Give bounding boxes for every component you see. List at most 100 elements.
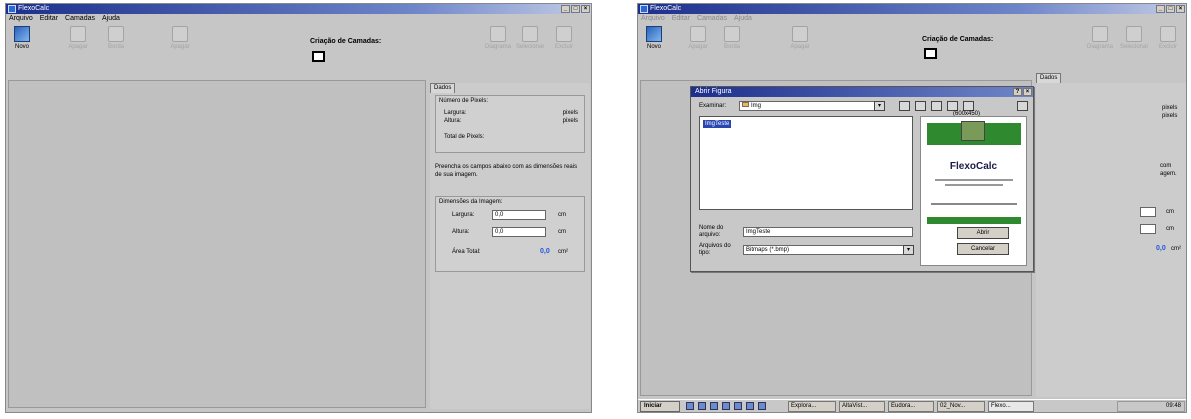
close-button[interactable]: × (1176, 5, 1185, 13)
width-field[interactable] (1140, 207, 1156, 217)
layer-shape-button[interactable] (924, 48, 937, 59)
layer-shape-button[interactable] (312, 51, 325, 62)
height-field[interactable]: 0,0 (492, 227, 546, 237)
list-view-icon[interactable] (947, 101, 958, 111)
menu-ajuda[interactable]: Ajuda (734, 14, 752, 24)
task-altavista[interactable]: AltaVist... (839, 401, 885, 412)
maximize-button[interactable]: □ (571, 5, 580, 13)
width-unit: cm (558, 212, 566, 218)
delete-icon (1160, 26, 1176, 42)
file-list[interactable]: ImgTeste (699, 116, 913, 210)
close-button[interactable]: × (581, 5, 590, 13)
preview-text-line (945, 184, 1003, 186)
border-button[interactable]: Borda (102, 26, 130, 50)
preview-text-line (931, 203, 1017, 205)
menu-camadas[interactable]: Camadas (697, 14, 727, 24)
tab-dados[interactable]: Dados (430, 83, 456, 93)
system-tray: 09:48 (1117, 401, 1185, 412)
task-doc[interactable]: 02_Nov... (937, 401, 985, 412)
menu-ajuda[interactable]: Ajuda (102, 14, 120, 24)
task-eudora[interactable]: Eudora... (888, 401, 934, 412)
new-file-icon (646, 26, 662, 42)
title-bar: FlexoCalc _ □ × (638, 4, 1186, 14)
quicklaunch-icon[interactable] (710, 402, 718, 410)
tab-dados[interactable]: Dados (1036, 73, 1062, 83)
instructions-text: com (1160, 163, 1172, 169)
task-flexocalc[interactable]: Flexo... (988, 401, 1034, 412)
clear-button[interactable]: Apagar (786, 26, 814, 50)
window-title: FlexoCalc (650, 5, 682, 12)
delete-button[interactable]: Excluir (550, 26, 578, 50)
taskbar: Iniciar Explora... AltaVist... Eudora...… (638, 399, 1186, 412)
menu-arquivo[interactable]: Arquivo (9, 14, 33, 24)
menu-arquivo[interactable]: Arquivo (641, 14, 665, 24)
preview-logo-image (961, 121, 985, 141)
select-button[interactable]: Selecionar (516, 26, 544, 50)
filename-input[interactable]: ImgTeste (743, 227, 913, 237)
help-button[interactable]: ? (1013, 88, 1022, 96)
select-icon (522, 26, 538, 42)
lookin-select[interactable]: Img (739, 101, 881, 111)
menu-editar[interactable]: Editar (672, 14, 690, 24)
new-button[interactable]: Novo (640, 26, 668, 50)
diagram-button[interactable]: Diagrama (484, 26, 512, 50)
filetype-select[interactable]: Bitmaps (*.bmp) (743, 245, 913, 255)
pixel-height-label: Altura: (444, 118, 462, 124)
data-panel: Dados pixels pixels com agem. cm cm 0,0 … (1036, 73, 1186, 397)
cancel-button[interactable]: Cancelar (957, 243, 1009, 255)
quicklaunch-icon[interactable] (686, 402, 694, 410)
preview-text-line (935, 179, 1013, 181)
clear-button[interactable]: Apagar (166, 26, 194, 50)
menu-bar: Arquivo Editar Camadas Ajuda (638, 14, 1186, 24)
quicklaunch-icon[interactable] (722, 402, 730, 410)
up-folder-icon[interactable] (899, 101, 910, 111)
width-field[interactable]: 0,0 (492, 210, 546, 220)
select-button[interactable]: Selecionar (1120, 26, 1148, 50)
instructions-text-2: agem. (1160, 171, 1177, 177)
minimize-button[interactable]: _ (561, 5, 570, 13)
pixel-count-group: Número de Pixels: Largura: pixels Altura… (435, 95, 585, 153)
app-window-dialog-open: FlexoCalc _ □ × Arquivo Editar Camadas A… (637, 3, 1187, 413)
erase-button[interactable]: Apagar (64, 26, 92, 50)
height-unit: cm (1166, 226, 1174, 232)
quicklaunch-icon[interactable] (758, 402, 766, 410)
diagram-button[interactable]: Diagrama (1086, 26, 1114, 50)
pixel-width-label: Largura: (444, 110, 467, 116)
dialog-title: Abrir Figura (695, 88, 732, 95)
app-icon (8, 5, 16, 13)
image-canvas[interactable] (8, 80, 426, 408)
menu-camadas[interactable]: Camadas (65, 14, 95, 24)
border-button[interactable]: Borda (718, 26, 746, 50)
preview-toggle-icon[interactable] (1017, 101, 1028, 111)
task-explorer[interactable]: Explora... (788, 401, 836, 412)
border-icon (724, 26, 740, 42)
new-button[interactable]: Novo (8, 26, 36, 50)
delete-button[interactable]: Excluir (1154, 26, 1182, 50)
title-bar: FlexoCalc _ □ × (6, 4, 591, 14)
erase-button[interactable]: Apagar (684, 26, 712, 50)
desktop-icon[interactable] (915, 101, 926, 111)
layers-title: Criação de Camadas: (310, 38, 382, 45)
chevron-down-icon[interactable]: ▾ (903, 245, 914, 255)
eraser-icon (70, 26, 86, 42)
quicklaunch-icon[interactable] (698, 402, 706, 410)
open-file-dialog: Abrir Figura ? × Examinar: Img ▾ (600x45… (690, 86, 1034, 272)
maximize-button[interactable]: □ (1166, 5, 1175, 13)
open-button[interactable]: Abrir (957, 227, 1009, 239)
chevron-down-icon[interactable]: ▾ (874, 101, 885, 111)
height-field[interactable] (1140, 224, 1156, 234)
new-folder-icon[interactable] (931, 101, 942, 111)
quicklaunch-icon[interactable] (734, 402, 742, 410)
details-view-icon[interactable] (963, 101, 974, 111)
filename-label: Nome do arquivo: (699, 225, 724, 238)
menu-editar[interactable]: Editar (40, 14, 58, 24)
filetype-label: Arquivos do tipo: (699, 243, 731, 256)
clear-icon (172, 26, 188, 42)
minimize-button[interactable]: _ (1156, 5, 1165, 13)
list-item[interactable]: ImgTeste (703, 120, 732, 128)
data-panel: Dados Número de Pixels: Largura: pixels … (430, 83, 590, 409)
area-unit: cm² (558, 249, 568, 255)
start-button[interactable]: Iniciar (640, 401, 680, 412)
dialog-close-button[interactable]: × (1023, 88, 1032, 96)
quicklaunch-icon[interactable] (746, 402, 754, 410)
